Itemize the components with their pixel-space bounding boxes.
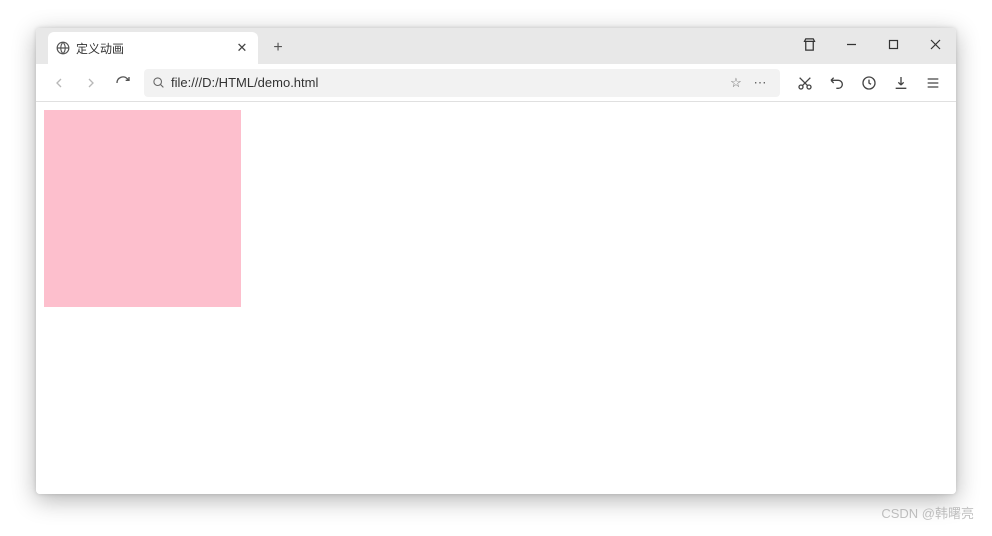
browser-window: 定义动画 ✕ + bbox=[36, 28, 956, 494]
menu-icon[interactable] bbox=[918, 68, 948, 98]
reload-button[interactable] bbox=[108, 68, 138, 98]
globe-icon bbox=[56, 41, 70, 55]
new-tab-button[interactable]: + bbox=[264, 34, 292, 62]
animation-box bbox=[44, 110, 241, 307]
bookmark-star-icon[interactable]: ☆ bbox=[724, 75, 748, 91]
close-tab-icon[interactable]: ✕ bbox=[234, 40, 250, 56]
browser-tab[interactable]: 定义动画 ✕ bbox=[48, 32, 258, 64]
cut-icon[interactable] bbox=[790, 68, 820, 98]
url-text: file:///D:/HTML/demo.html bbox=[171, 75, 724, 90]
download-icon[interactable] bbox=[886, 68, 916, 98]
extension-icon[interactable] bbox=[788, 28, 830, 60]
toolbar-right bbox=[790, 68, 948, 98]
back-button[interactable] bbox=[44, 68, 74, 98]
tab-title: 定义动画 bbox=[76, 40, 234, 57]
close-window-button[interactable] bbox=[914, 28, 956, 60]
toolbar: file:///D:/HTML/demo.html ☆ ⋯ bbox=[36, 64, 956, 102]
history-icon[interactable] bbox=[854, 68, 884, 98]
address-bar[interactable]: file:///D:/HTML/demo.html ☆ ⋯ bbox=[144, 69, 780, 97]
titlebar: 定义动画 ✕ + bbox=[36, 28, 956, 64]
undo-icon[interactable] bbox=[822, 68, 852, 98]
window-controls bbox=[788, 28, 956, 60]
watermark: CSDN @韩曙亮 bbox=[881, 503, 974, 522]
search-icon bbox=[152, 76, 165, 89]
forward-button[interactable] bbox=[76, 68, 106, 98]
minimize-button[interactable] bbox=[830, 28, 872, 60]
maximize-button[interactable] bbox=[872, 28, 914, 60]
address-more-icon[interactable]: ⋯ bbox=[748, 75, 772, 91]
page-content bbox=[36, 102, 956, 494]
